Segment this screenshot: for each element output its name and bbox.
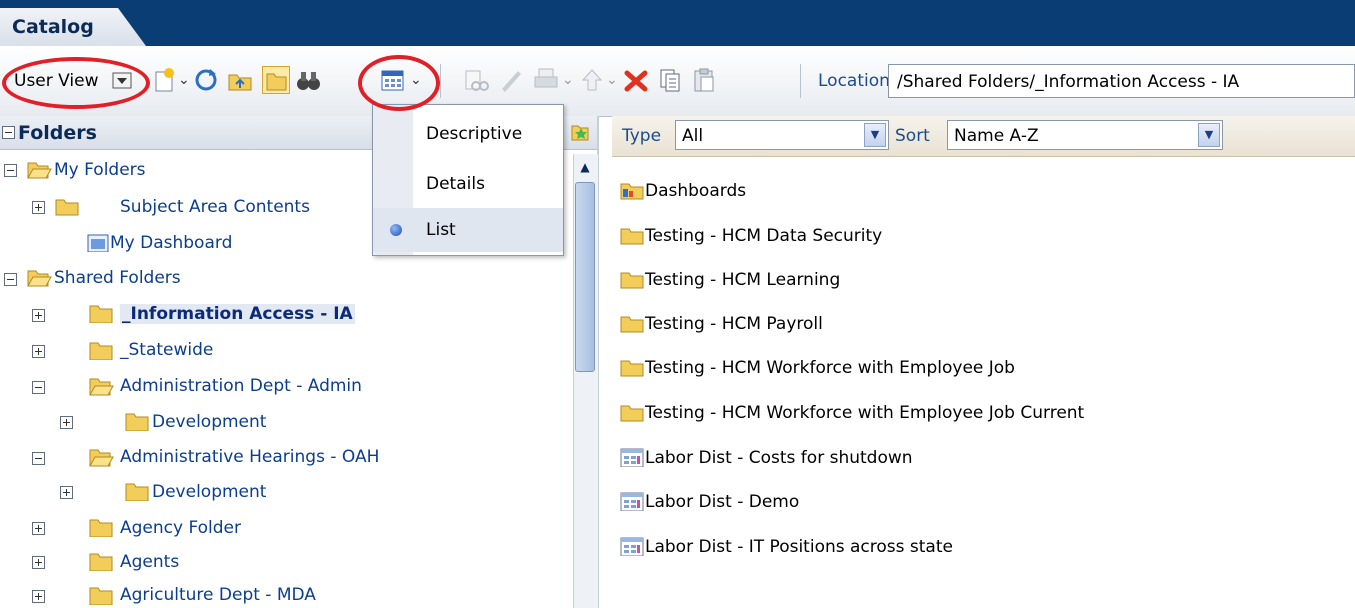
tree-toggle-subject-area[interactable] <box>32 201 45 214</box>
tree-toggle-shared-folders[interactable] <box>4 273 17 286</box>
delete-icon[interactable] <box>622 66 650 94</box>
type-select-value: All <box>682 126 704 146</box>
open-folder-icon <box>89 449 114 467</box>
tree-item-agents[interactable]: Agents <box>120 552 179 572</box>
sort-label: Sort <box>895 126 930 146</box>
highlight-ring-view-mode <box>358 55 440 111</box>
location-label: Location <box>818 71 890 91</box>
location-value: /Shared Folders/_Information Access - IA <box>897 72 1240 92</box>
tree-item-administration-dept[interactable]: Administration Dept - Admin <box>120 376 362 396</box>
type-select-chevron-icon[interactable]: ▼ <box>864 123 886 147</box>
refresh-icon[interactable] <box>192 66 220 94</box>
show-folders-icon[interactable] <box>262 66 290 94</box>
open-folder-icon <box>27 162 52 179</box>
analysis-icon <box>620 492 644 511</box>
print-dropdown-chevron-icon[interactable]: ⌄ <box>562 72 574 88</box>
highlight-ring-user-view <box>2 57 150 109</box>
list-item-hcm-data-security[interactable]: Testing - HCM Data Security <box>645 226 882 246</box>
selected-radio-icon <box>390 224 402 236</box>
tree-toggle-development[interactable] <box>60 416 73 429</box>
folder-up-icon[interactable] <box>226 66 254 94</box>
list-item-hcm-payroll[interactable]: Testing - HCM Payroll <box>645 314 823 334</box>
menu-item-descriptive[interactable]: Descriptive <box>426 124 522 144</box>
toolbar-separator <box>800 64 801 98</box>
tree-item-my-dashboard[interactable]: My Dashboard <box>110 233 232 253</box>
tree-item-my-folders[interactable]: My Folders <box>54 160 146 180</box>
folder-icon <box>89 587 113 605</box>
list-item-hcm-workforce-current[interactable]: Testing - HCM Workforce with Employee Jo… <box>645 403 1084 423</box>
folder-icon <box>55 199 79 216</box>
properties-icon[interactable] <box>462 66 490 94</box>
dashboard-icon <box>87 234 109 252</box>
folder-icon <box>89 553 113 571</box>
tree-item-development[interactable]: Development <box>152 482 266 502</box>
tree-toggle-development[interactable] <box>60 486 73 499</box>
dashboards-folder-icon <box>620 183 644 200</box>
tree-item-agriculture-dept[interactable]: Agriculture Dept - MDA <box>120 585 316 605</box>
folder-icon <box>125 413 149 431</box>
tree-toggle-administrative-hearings[interactable] <box>32 452 45 465</box>
tree-toggle-statewide[interactable] <box>32 345 45 358</box>
folder-icon <box>89 305 113 323</box>
folders-scrollbar-thumb[interactable] <box>575 182 595 372</box>
sort-select[interactable]: Name A-Z ▼ <box>947 120 1223 150</box>
tree-toggle-agriculture[interactable] <box>32 590 45 603</box>
sort-select-value: Name A-Z <box>954 126 1039 146</box>
folder-icon <box>89 342 113 360</box>
sort-select-chevron-icon[interactable]: ▼ <box>1198 123 1220 147</box>
folder-icon <box>620 228 644 245</box>
tree-toggle-my-folders[interactable] <box>4 164 17 177</box>
list-item-labor-dist-costs[interactable]: Labor Dist - Costs for shutdown <box>645 448 913 468</box>
list-item-hcm-learning[interactable]: Testing - HCM Learning <box>645 270 840 290</box>
new-dropdown-chevron-icon[interactable]: ⌄ <box>178 72 190 88</box>
header-bar <box>0 0 1355 46</box>
tree-toggle-administration[interactable] <box>32 381 45 394</box>
folder-icon <box>620 360 644 377</box>
open-folder-icon <box>27 270 52 287</box>
tree-item-development[interactable]: Development <box>152 412 266 432</box>
paste-icon[interactable] <box>690 66 718 94</box>
folder-icon <box>125 483 149 501</box>
search-binoculars-icon[interactable] <box>294 66 322 94</box>
folder-icon <box>620 405 644 422</box>
upload-icon[interactable] <box>578 66 606 94</box>
tree-toggle-information-access[interactable] <box>32 309 45 322</box>
edit-icon[interactable] <box>496 66 524 94</box>
folder-icon <box>620 272 644 289</box>
tree-item-subject-area-contents[interactable]: Subject Area Contents <box>120 197 310 217</box>
type-label: Type <box>622 126 662 146</box>
tab-catalog-label: Catalog <box>12 16 94 38</box>
tree-item-information-access[interactable]: _Information Access - IA <box>120 304 355 324</box>
menu-item-list[interactable]: List <box>426 220 456 240</box>
print-icon[interactable] <box>532 66 560 94</box>
location-field[interactable]: /Shared Folders/_Information Access - IA <box>888 64 1355 98</box>
upload-dropdown-chevron-icon[interactable]: ⌄ <box>606 72 618 88</box>
analysis-icon <box>620 448 644 467</box>
folder-icon <box>620 316 644 333</box>
tree-item-statewide[interactable]: _Statewide <box>120 340 213 360</box>
toolbar-separator <box>440 64 441 98</box>
folders-pane-title: Folders <box>18 122 97 144</box>
list-item-labor-dist-it-positions[interactable]: Labor Dist - IT Positions across state <box>645 537 953 557</box>
tree-toggle-agency-folder[interactable] <box>32 522 45 535</box>
new-icon[interactable] <box>150 66 178 94</box>
list-item-labor-dist-demo[interactable]: Labor Dist - Demo <box>645 492 799 512</box>
tree-item-shared-folders[interactable]: Shared Folders <box>54 268 181 288</box>
open-folder-icon <box>89 378 114 396</box>
folders-pane-collapse-icon[interactable] <box>2 126 15 139</box>
favorites-star-icon[interactable] <box>568 120 590 142</box>
analysis-icon <box>620 537 644 556</box>
list-item-dashboards[interactable]: Dashboards <box>645 181 746 201</box>
list-item-hcm-workforce[interactable]: Testing - HCM Workforce with Employee Jo… <box>645 358 1015 378</box>
tree-item-administrative-hearings[interactable]: Administrative Hearings - OAH <box>120 447 379 467</box>
tree-toggle-agents[interactable] <box>32 556 45 569</box>
folder-icon <box>89 519 113 537</box>
tree-item-agency-folder[interactable]: Agency Folder <box>120 518 241 538</box>
type-select[interactable]: All ▼ <box>675 120 889 150</box>
copy-icon[interactable] <box>656 66 684 94</box>
scroll-up-arrow-icon[interactable]: ▲ <box>575 156 595 178</box>
menu-item-details[interactable]: Details <box>426 174 485 194</box>
